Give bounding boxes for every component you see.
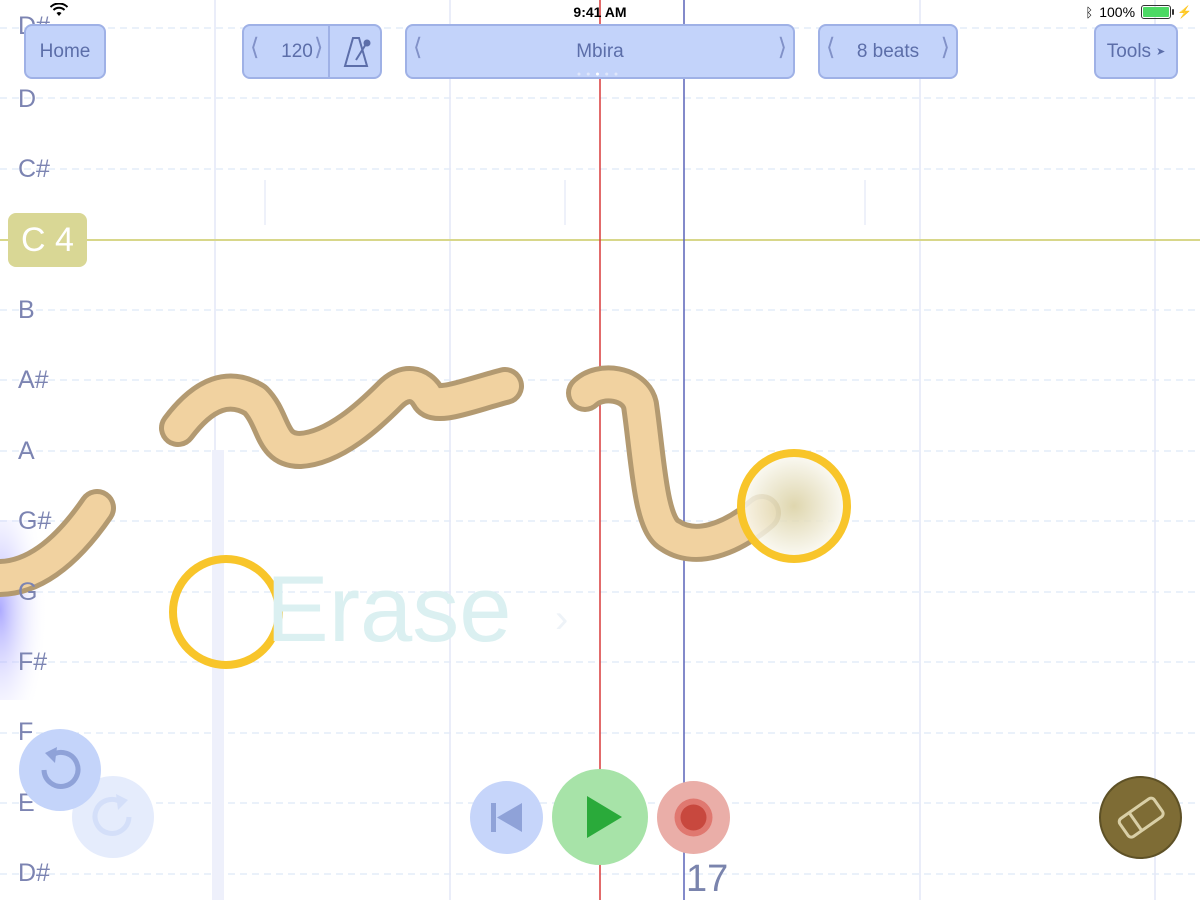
note-label: F# bbox=[18, 648, 48, 676]
note-label: D# bbox=[18, 859, 50, 887]
instrument-next-icon[interactable]: ⟩ bbox=[778, 33, 787, 62]
play-button[interactable] bbox=[552, 769, 648, 865]
tempo-increase-icon[interactable]: ⟩ bbox=[314, 33, 323, 62]
status-time: 9:41 AM bbox=[573, 4, 627, 20]
note-label: C# bbox=[18, 155, 50, 183]
rewind-button[interactable] bbox=[470, 781, 543, 854]
eraser-tool-button[interactable] bbox=[1099, 776, 1182, 859]
subbeat-ticks bbox=[264, 180, 866, 225]
undo-icon bbox=[41, 747, 81, 789]
eraser-icon bbox=[1117, 796, 1165, 839]
tools-button[interactable]: Tools ➤ bbox=[1094, 24, 1178, 79]
record-button[interactable] bbox=[657, 781, 730, 854]
skip-back-icon bbox=[491, 803, 522, 832]
beat-counter: 17 bbox=[686, 858, 729, 900]
charging-icon: ⚡ bbox=[1177, 5, 1192, 19]
note-stroke-2[interactable] bbox=[159, 366, 524, 469]
tempo-control[interactable]: ⟨ 120 ⟩ bbox=[242, 24, 382, 79]
beats-decrease-icon[interactable]: ⟨ bbox=[826, 33, 835, 62]
beats-increase-icon[interactable]: ⟩ bbox=[941, 33, 950, 62]
note-label: A bbox=[18, 437, 35, 465]
note-strokes[interactable] bbox=[0, 365, 781, 597]
home-button-label: Home bbox=[39, 40, 91, 62]
tempo-decrease-icon[interactable]: ⟨ bbox=[250, 33, 259, 62]
piano-roll-canvas[interactable]: › bbox=[0, 0, 1200, 900]
bluetooth-icon: ᛒ bbox=[1085, 4, 1094, 20]
instrument-name: Mbira bbox=[576, 40, 624, 62]
tools-button-label: Tools bbox=[1106, 40, 1152, 62]
erase-cursor-ring bbox=[169, 555, 283, 669]
note-label: G# bbox=[18, 507, 52, 535]
ghost-column bbox=[212, 450, 224, 900]
vertical-grid bbox=[214, 0, 1156, 900]
note-label: B bbox=[18, 296, 35, 324]
beats-selector[interactable]: ⟨ 8 beats ⟩ bbox=[818, 24, 958, 79]
erase-chevron-icon: › bbox=[555, 597, 568, 641]
battery-percent: 100% bbox=[1099, 4, 1136, 20]
tempo-divider bbox=[328, 26, 330, 77]
instrument-prev-icon[interactable]: ⟨ bbox=[413, 33, 422, 62]
battery-icon bbox=[1141, 5, 1175, 19]
note-label: D bbox=[18, 85, 37, 113]
metronome-icon[interactable] bbox=[338, 34, 374, 76]
instrument-selector[interactable]: ⟨ Mbira ⟩ ●●●●● bbox=[405, 24, 795, 79]
undo-button[interactable] bbox=[19, 729, 101, 811]
erase-mode-label: Erase bbox=[266, 556, 512, 661]
status-bar: 9:41 AM ᛒ 100% ⚡ bbox=[0, 0, 1200, 24]
instrument-page-dots: ●●●●● bbox=[576, 71, 624, 78]
record-icon bbox=[674, 798, 713, 837]
draw-cursor bbox=[737, 449, 851, 563]
play-icon bbox=[587, 796, 622, 838]
c4-marker: C 4 bbox=[8, 213, 87, 267]
note-label: G bbox=[18, 578, 38, 606]
note-stroke-3[interactable] bbox=[566, 365, 781, 562]
home-button[interactable]: Home bbox=[24, 24, 106, 79]
note-label: A# bbox=[18, 366, 49, 394]
beats-label: 8 beats bbox=[856, 40, 920, 62]
tools-arrow-icon: ➤ bbox=[1156, 46, 1166, 58]
